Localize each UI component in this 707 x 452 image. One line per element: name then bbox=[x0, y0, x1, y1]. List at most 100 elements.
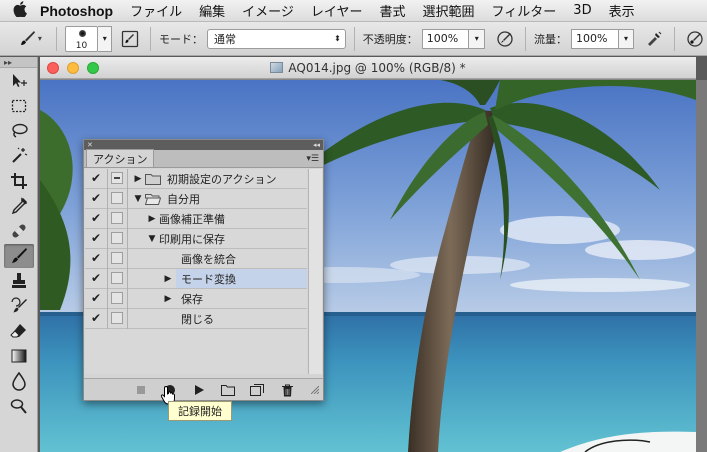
menu-select[interactable]: 選択範囲 bbox=[423, 1, 475, 20]
list-item-step[interactable]: ✔ 画像を統合 bbox=[85, 249, 307, 269]
checkmark-icon[interactable]: ✔ bbox=[89, 271, 103, 285]
step-label: モード変換 bbox=[181, 271, 236, 287]
healing-brush-tool[interactable] bbox=[4, 219, 34, 243]
brush-preset-dropdown[interactable]: ▾ bbox=[98, 25, 113, 52]
airbrush-button[interactable] bbox=[642, 27, 666, 51]
minimize-button[interactable] bbox=[67, 61, 79, 74]
chevron-down-icon: ▾ bbox=[37, 34, 42, 43]
flow-slider-toggle[interactable]: ▾ bbox=[618, 28, 635, 49]
quick-select-tool[interactable] bbox=[4, 144, 34, 168]
list-item-step-selected[interactable]: ✔ ▶ モード変換 bbox=[85, 269, 307, 289]
checkmark-icon[interactable]: ✔ bbox=[89, 191, 103, 205]
double-chevron-icon[interactable]: ▸▸ bbox=[0, 57, 37, 68]
resize-handle-icon[interactable] bbox=[309, 382, 321, 398]
tool-preset-picker[interactable]: ▾ bbox=[12, 26, 48, 52]
menu-file[interactable]: ファイル bbox=[130, 1, 182, 20]
checkmark-icon[interactable]: ✔ bbox=[89, 291, 103, 305]
eyedropper-tool[interactable] bbox=[4, 194, 34, 218]
divider bbox=[127, 289, 128, 309]
menu-type[interactable]: 書式 bbox=[380, 1, 406, 20]
collapse-icon[interactable]: ◂◂ bbox=[313, 141, 320, 149]
list-item-step[interactable]: ✔ 閉じる bbox=[85, 309, 307, 329]
brush-tool[interactable] bbox=[4, 244, 34, 268]
dodge-tool[interactable] bbox=[4, 394, 34, 418]
dialog-toggle[interactable] bbox=[111, 252, 123, 264]
opacity-input[interactable]: 100% bbox=[421, 28, 470, 49]
opacity-slider-toggle[interactable]: ▾ bbox=[469, 28, 486, 49]
close-button[interactable] bbox=[47, 61, 59, 74]
flow-input[interactable]: 100% bbox=[571, 28, 619, 49]
eraser-tool[interactable] bbox=[4, 319, 34, 343]
dialog-toggle[interactable] bbox=[111, 172, 123, 184]
panel-menu-icon[interactable]: ▾☰ bbox=[306, 154, 319, 164]
image-file-icon bbox=[270, 62, 284, 73]
brush-size-value: 10 bbox=[75, 40, 88, 51]
stop-button[interactable] bbox=[132, 382, 150, 398]
menu-layer[interactable]: レイヤー bbox=[311, 1, 363, 20]
checkmark-icon[interactable]: ✔ bbox=[89, 171, 103, 185]
dialog-toggle[interactable] bbox=[111, 212, 123, 224]
dialog-toggle[interactable] bbox=[111, 192, 123, 204]
dialog-toggle[interactable] bbox=[111, 272, 123, 284]
tab-actions[interactable]: アクション bbox=[86, 149, 155, 167]
menu-edit[interactable]: 編集 bbox=[199, 1, 225, 20]
tooltip: 記録開始 bbox=[168, 401, 232, 421]
lasso-tool[interactable] bbox=[4, 119, 34, 143]
divider bbox=[127, 249, 128, 269]
opacity-label: 不透明度： bbox=[362, 32, 418, 46]
dialog-toggle[interactable] bbox=[111, 232, 123, 244]
menu-view[interactable]: 表示 bbox=[609, 1, 635, 20]
stamp-tool[interactable] bbox=[4, 269, 34, 293]
checkmark-icon[interactable]: ✔ bbox=[89, 311, 103, 325]
disclosure-right-icon[interactable]: ▶ bbox=[161, 294, 175, 304]
marquee-tool[interactable] bbox=[4, 94, 34, 118]
menu-photoshop[interactable]: Photoshop bbox=[40, 3, 113, 19]
new-action-button[interactable] bbox=[248, 382, 266, 398]
divider bbox=[127, 169, 128, 189]
apple-icon[interactable] bbox=[0, 0, 40, 21]
history-brush-tool[interactable] bbox=[4, 294, 34, 318]
brush-preset-picker[interactable]: 10 bbox=[64, 25, 99, 52]
actions-scrollbar[interactable] bbox=[308, 169, 322, 374]
tablet-pressure-size-button[interactable] bbox=[683, 27, 707, 51]
checkmark-icon[interactable]: ✔ bbox=[89, 231, 103, 245]
dialog-toggle[interactable] bbox=[111, 312, 123, 324]
divider bbox=[127, 189, 128, 209]
gradient-tool[interactable] bbox=[4, 344, 34, 368]
new-set-button[interactable] bbox=[219, 382, 237, 398]
menu-3d[interactable]: 3D bbox=[573, 3, 591, 18]
move-tool[interactable] bbox=[4, 69, 34, 93]
stop-icon bbox=[137, 386, 145, 394]
disclosure-right-icon[interactable]: ▶ bbox=[131, 174, 145, 184]
zoom-button[interactable] bbox=[87, 61, 99, 74]
list-item-step[interactable]: ✔ ▶ 保存 bbox=[85, 289, 307, 309]
actions-list[interactable]: ✔ ▶ 初期設定のアクション ✔ ▼ 自分用 ✔ ▶ 画像補正準備 ✔ ▼ 印刷… bbox=[85, 169, 307, 374]
disclosure-down-icon[interactable]: ▼ bbox=[145, 234, 159, 244]
checkmark-icon[interactable]: ✔ bbox=[89, 211, 103, 225]
delete-button[interactable] bbox=[278, 382, 296, 398]
checkmark-icon[interactable]: ✔ bbox=[89, 251, 103, 265]
brush-panel-toggle[interactable] bbox=[118, 27, 142, 51]
menu-image[interactable]: イメージ bbox=[242, 1, 294, 20]
divider bbox=[107, 169, 108, 189]
disclosure-right-icon[interactable]: ▶ bbox=[145, 214, 159, 224]
mode-select[interactable]: 通常 ⬍ bbox=[206, 28, 346, 49]
divider bbox=[107, 249, 108, 269]
list-item-action[interactable]: ✔ ▼ 印刷用に保存 bbox=[85, 229, 307, 249]
list-item-action[interactable]: ✔ ▶ 画像補正準備 bbox=[85, 209, 307, 229]
crop-tool[interactable] bbox=[4, 169, 34, 193]
tablet-pressure-opacity-button[interactable] bbox=[493, 27, 517, 51]
disclosure-down-icon[interactable]: ▼ bbox=[131, 194, 145, 204]
disclosure-right-icon[interactable]: ▶ bbox=[161, 274, 175, 284]
folder-icon bbox=[145, 174, 161, 185]
close-icon[interactable]: ✕ bbox=[87, 141, 93, 149]
play-button[interactable] bbox=[190, 382, 208, 398]
menu-filter[interactable]: フィルター bbox=[492, 1, 557, 20]
brush-tip-icon bbox=[78, 29, 86, 37]
dialog-toggle[interactable] bbox=[111, 292, 123, 304]
blur-tool[interactable] bbox=[4, 369, 34, 393]
panel-tab-bar: アクション ▾☰ bbox=[84, 149, 323, 168]
menu-bar: Photoshop ファイル 編集 イメージ レイヤー 書式 選択範囲 フィルタ… bbox=[0, 0, 707, 22]
list-item-my-set[interactable]: ✔ ▼ 自分用 bbox=[85, 189, 307, 209]
list-item-default-actions[interactable]: ✔ ▶ 初期設定のアクション bbox=[85, 169, 307, 189]
